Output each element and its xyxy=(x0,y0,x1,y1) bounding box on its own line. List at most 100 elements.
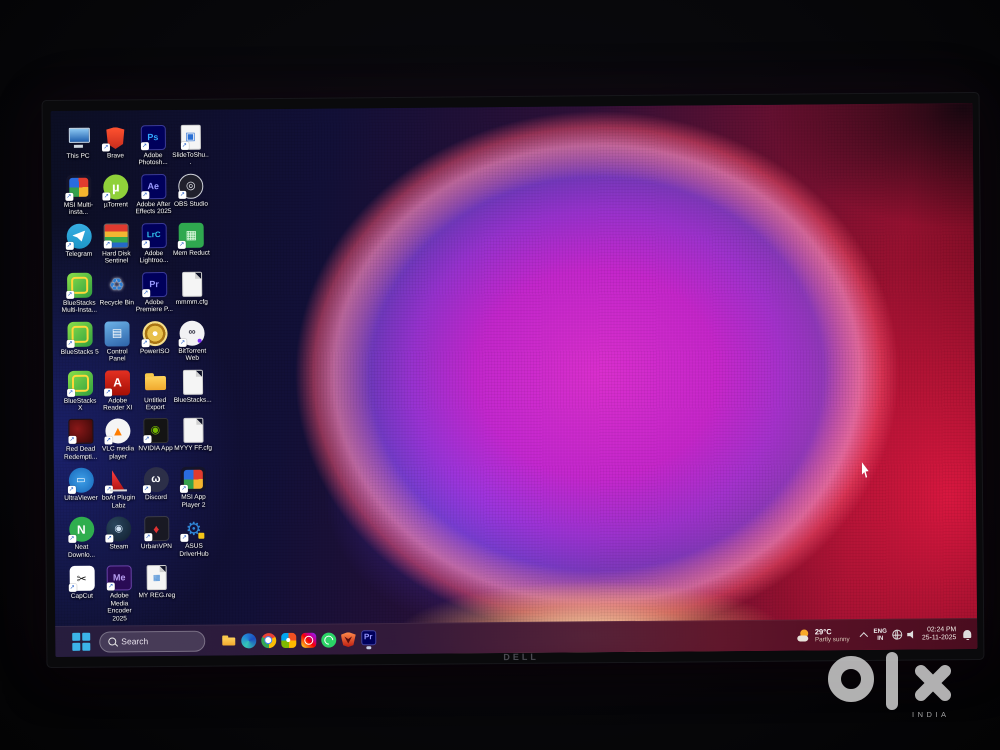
desktop-icon-adobe-photoshop[interactable]: Ps↗Adobe Photosh... xyxy=(134,125,172,167)
mmmm-cfg-icon xyxy=(182,271,202,296)
desktop-icon-adobe-lightroom[interactable]: LrC↗ Adobe Lightroo... xyxy=(135,223,173,265)
desktop-icon-label: BlueStacks X xyxy=(61,397,99,412)
shortcut-arrow-icon: ↗ xyxy=(144,533,152,541)
taskbar-left: Search xyxy=(55,630,205,652)
desktop-icon-untitled-export[interactable]: Untitled Export xyxy=(136,369,174,411)
shortcut-arrow-icon: ↗ xyxy=(105,535,113,543)
shortcut-arrow-icon: ↗ xyxy=(140,142,148,150)
taskbar-icon-photos[interactable] xyxy=(279,627,297,653)
desktop-icon-bluestacks-x[interactable]: ↗ BlueStacks X xyxy=(61,370,99,412)
desktop-icon-label: Neat Downlo... xyxy=(62,544,100,559)
network-icon[interactable] xyxy=(892,630,902,640)
red-dead-redemption-icon: ↗ xyxy=(68,419,93,444)
taskbar-icon-security-app[interactable] xyxy=(339,626,357,652)
desktop-icon-hard-disk-sentinel[interactable]: ↗Hard Disk Sentinel xyxy=(97,223,135,265)
boat-plugin-labz-icon: ↗ xyxy=(106,468,131,493)
tray-overflow-chevron-icon[interactable] xyxy=(860,632,868,640)
desktop-icon-red-dead-redemption[interactable]: ↗Red Dead Redempti... xyxy=(61,419,99,461)
desktop-icon-obs-studio[interactable]: ◎↗OBS Studio xyxy=(172,174,210,209)
shortcut-arrow-icon: ↗ xyxy=(179,338,187,346)
shortcut-arrow-icon: ↗ xyxy=(178,241,186,249)
bluestacks-x-icon: ↗ xyxy=(67,370,92,395)
nvidia-app-icon: ◉↗ xyxy=(143,418,168,443)
windows-logo-icon xyxy=(82,642,90,650)
desktop-icon-this-pc[interactable]: This PC xyxy=(59,126,97,161)
taskbar-icon-file-explorer[interactable] xyxy=(219,627,237,653)
desktop-icon-capcut[interactable]: ✂↗CapCut xyxy=(63,566,101,601)
shortcut-arrow-icon: ↗ xyxy=(178,191,186,199)
shortcut-arrow-icon: ↗ xyxy=(65,193,73,201)
desktop-icon-steam[interactable]: ◉↗Steam xyxy=(100,516,138,551)
shortcut-arrow-icon: ↗ xyxy=(141,191,149,199)
desktop-icon-control-panel[interactable]: ▤Control Panel xyxy=(98,321,136,363)
desktop-icon-my-reg[interactable]: ▦MY REG.reg xyxy=(138,565,176,600)
desktop-icon-bluestacks-file[interactable]: BlueStacks... xyxy=(173,369,211,404)
desktop-icon-adobe-reader-xi[interactable]: A↗Adobe Reader XI xyxy=(98,370,136,412)
desktop-icon-vlc-media-player[interactable]: ▲↗VLC media player xyxy=(99,419,137,461)
photos-icon xyxy=(281,632,296,647)
bittorrent-web-icon: ∞↗ xyxy=(179,320,204,345)
desktop-icon-label: OBS Studio xyxy=(174,201,208,209)
language-line1: ENG xyxy=(873,627,886,635)
vlc-media-player-icon: ▲↗ xyxy=(105,419,130,444)
desktop-icon-adobe-after-effects[interactable]: Ae↗Adobe After Effects 2025 xyxy=(134,174,172,216)
desktop-icon-msi-app-player-2[interactable]: ↗MSI App Player 2 xyxy=(174,467,212,509)
adobe-premiere-icon: Pr↗ xyxy=(142,272,167,297)
language-line2: IN xyxy=(877,635,883,642)
adobe-photoshop-icon: Ps↗ xyxy=(140,125,165,150)
desktop-icon-label: BlueStacks Multi-Insta... xyxy=(60,299,98,314)
volume-icon[interactable] xyxy=(907,630,917,639)
desktop-icon-telegram[interactable]: ↗Telegram xyxy=(60,223,98,258)
search-input[interactable]: Search xyxy=(99,630,205,652)
desktop-icon-label: Adobe Lightroo... xyxy=(135,250,173,265)
desktop-icon-label: This PC xyxy=(66,153,89,161)
desktop-icon-brave[interactable]: ↗Brave xyxy=(96,125,134,160)
desktop-icon-mem-reduct[interactable]: ▦↗Mem Reduct xyxy=(172,222,210,257)
language-indicator[interactable]: ENG IN xyxy=(873,627,887,642)
desktop-icon-recycle-bin[interactable]: ♻Recycle Bin xyxy=(98,272,136,307)
desktop-icon-label: Brave xyxy=(107,152,124,160)
weather-widget[interactable]: 29°C Partly sunny xyxy=(797,627,850,644)
desktop-icon-bluestacks-multi[interactable]: ↗ BlueStacks Multi-Insta... xyxy=(60,272,98,314)
discord-icon: ω↗ xyxy=(143,467,168,492)
desktop-icon-slidetoshu[interactable]: ▣↗SlideToShu... xyxy=(171,125,209,167)
desktop-icon-label: mmmm.cfg xyxy=(176,298,208,306)
taskbar-icon-whatsapp[interactable] xyxy=(319,627,337,653)
desktop-icon-ultraviewer[interactable]: ▭↗UltraViewer xyxy=(62,468,100,503)
start-button[interactable] xyxy=(71,632,91,652)
clock-time: 02:24 PM xyxy=(927,626,956,635)
bluestacks-multi-icon: ↗ xyxy=(67,272,92,297)
desktop-icon-msi-multi-instance[interactable]: ↗MSI Multi-insta... xyxy=(59,175,97,217)
shortcut-arrow-icon: ↗ xyxy=(66,339,74,347)
desktop-icon-bittorrent-web[interactable]: ∞↗BitTorrent Web xyxy=(173,320,211,362)
desktop-icon-adobe-premiere[interactable]: Pr↗Adobe Premiere P... xyxy=(135,272,173,314)
desktop-icon-label: BlueStacks 5 xyxy=(61,348,99,356)
desktop-icon-asus-driverhub[interactable]: ⚙↗ASUS DriverHub xyxy=(175,516,213,558)
shortcut-arrow-icon: ↗ xyxy=(68,436,76,444)
mem-reduct-icon: ▦↗ xyxy=(179,222,204,247)
desktop-icon-neat-download[interactable]: N↗Neat Downlo... xyxy=(62,517,100,559)
bluestacks-5-icon: ↗ xyxy=(67,321,92,346)
untitled-export-icon xyxy=(142,370,167,395)
adobe-lightroom-icon: LrC↗ xyxy=(141,223,166,248)
taskbar-icon-edge[interactable] xyxy=(239,627,257,653)
desktop-icon-nvidia-app[interactable]: ◉↗NVIDIA App xyxy=(136,418,174,453)
notification-bell-icon[interactable] xyxy=(963,630,971,638)
taskbar-icon-instagram[interactable] xyxy=(299,627,317,653)
desktop-icon-label: Hard Disk Sentinel xyxy=(97,250,135,265)
desktop-icon-adobe-media-encoder[interactable]: Me↗Adobe Media Encoder 2025 xyxy=(100,565,138,622)
desktop-icon-discord[interactable]: ω↗Discord xyxy=(137,467,175,502)
desktop-icon-poweriso[interactable]: ↗PowerISO xyxy=(135,321,173,356)
desktop-icon-boat-plugin-labz[interactable]: ↗boAt Plugin Labz xyxy=(99,468,137,510)
desktop-icon-label: Telegram xyxy=(65,250,92,258)
desktop-icon-mmmm-cfg[interactable]: mmmm.cfg xyxy=(173,271,211,306)
clock[interactable]: 02:24 PM 25-11-2025 xyxy=(922,626,956,643)
desktop-icon-myyy-ff-cfg[interactable]: MYYY FF.cfg xyxy=(174,418,212,453)
shortcut-arrow-icon: ↗ xyxy=(142,485,150,493)
desktop-icon-utorrent[interactable]: µ↗µTorrent xyxy=(97,174,135,209)
taskbar-icon-chrome[interactable] xyxy=(259,627,277,653)
shortcut-arrow-icon: ↗ xyxy=(180,485,188,493)
desktop-icon-urbanvpn[interactable]: ♦↗UrbanVPN xyxy=(137,516,175,551)
desktop-icon-bluestacks-5[interactable]: ↗BlueStacks 5 xyxy=(60,321,98,356)
taskbar-icon-premiere-pro[interactable]: Pr xyxy=(359,626,377,652)
